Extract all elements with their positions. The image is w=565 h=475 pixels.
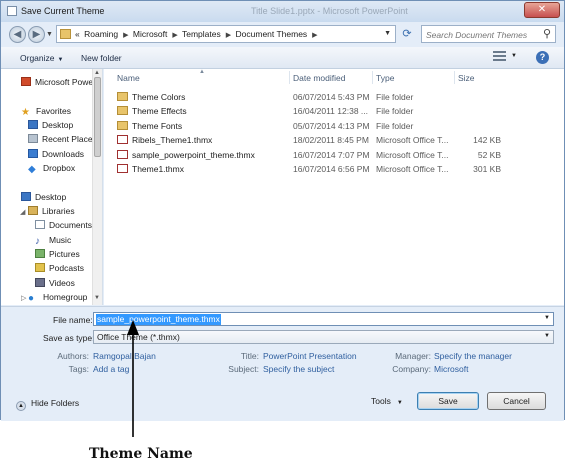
annotation-label: Theme Name — [89, 446, 193, 462]
annotation-arrow — [127, 320, 139, 437]
